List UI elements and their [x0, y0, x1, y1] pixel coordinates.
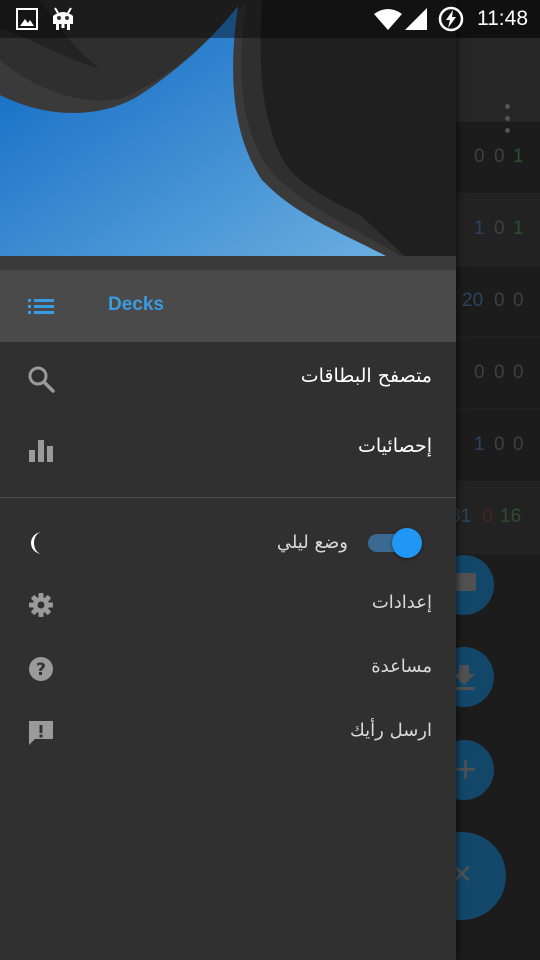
svg-text:?: ?: [36, 660, 46, 680]
help-icon: ?: [29, 657, 53, 681]
night-mode-label: وضع ليلي: [276, 532, 348, 553]
drawer-scrim[interactable]: [456, 0, 540, 960]
nav-item-help[interactable]: ? مساعدة: [0, 636, 456, 698]
moon-icon: [31, 532, 42, 554]
nav-item-label: متصفح البطاقات: [300, 365, 432, 387]
switch-thumb: [392, 528, 422, 558]
list-icon: [28, 299, 54, 314]
image-notification-icon: [16, 8, 38, 30]
gear-icon: [29, 593, 53, 617]
bar-chart-icon: [29, 440, 53, 462]
battery-charging-icon: [438, 6, 464, 32]
nav-item-label: إحصائيات: [358, 435, 432, 457]
signal-icon: [405, 8, 427, 30]
nav-item-feedback[interactable]: ارسل رأيك: [0, 698, 456, 760]
nav-item-label: Decks: [108, 294, 164, 315]
drawer-header-divider: [0, 256, 456, 270]
nav-item-statistics[interactable]: إحصائيات: [0, 412, 456, 484]
night-mode-switch[interactable]: [366, 528, 428, 558]
search-icon: [28, 366, 55, 393]
feedback-icon: [29, 721, 53, 745]
drawer-header-image: [0, 0, 456, 270]
navigation-drawer: Decks متصفح البطاقات إحصائيات وضع ليلي إ…: [0, 0, 456, 960]
nav-item-label: مساعدة: [371, 656, 432, 677]
status-time: 11:48: [477, 7, 528, 30]
nav-item-label: إعدادات: [371, 592, 432, 613]
nav-item-label: ارسل رأيك: [349, 720, 432, 741]
screen: 0 0 1 1 0 1 20 0 0 0 0 0 1 0 0 81 0 16 +…: [0, 0, 540, 960]
wifi-icon: [374, 9, 402, 30]
status-bar: 11:48: [0, 0, 540, 38]
drawer-divider: [0, 497, 456, 498]
nav-item-decks[interactable]: Decks: [0, 270, 456, 342]
nav-item-settings[interactable]: إعدادات: [0, 574, 456, 636]
nav-item-card-browser[interactable]: متصفح البطاقات: [0, 342, 456, 414]
android-debug-icon: [53, 7, 73, 30]
